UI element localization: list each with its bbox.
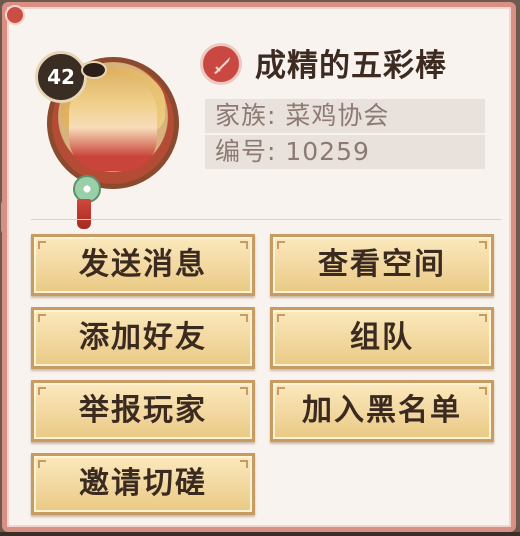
team-up-button[interactable]: 组队	[270, 307, 494, 369]
eye-icon	[81, 61, 107, 79]
sword-icon	[200, 43, 242, 85]
panel-flourish	[1, 197, 18, 237]
tassel-icon	[77, 199, 91, 229]
player-id: 编号: 10259	[205, 135, 485, 169]
corner-pin-icon	[5, 5, 25, 25]
divider	[31, 219, 501, 220]
blacklist-button[interactable]: 加入黑名单	[270, 380, 494, 442]
add-friend-button[interactable]: 添加好友	[31, 307, 255, 369]
view-space-button[interactable]: 查看空间	[270, 234, 494, 296]
player-info-panel: 42 成精的五彩棒 家族: 菜鸡协会 编号: 10259 发送消息 查看空间 添…	[1, 2, 516, 532]
report-player-button[interactable]: 举报玩家	[31, 380, 255, 442]
background-strip	[0, 532, 520, 536]
send-message-button[interactable]: 发送消息	[31, 234, 255, 296]
level-badge: 42	[35, 51, 87, 103]
clan-info: 家族: 菜鸡协会	[205, 99, 485, 133]
player-name: 成精的五彩棒	[255, 48, 447, 84]
invite-duel-button[interactable]: 邀请切磋	[31, 453, 255, 515]
